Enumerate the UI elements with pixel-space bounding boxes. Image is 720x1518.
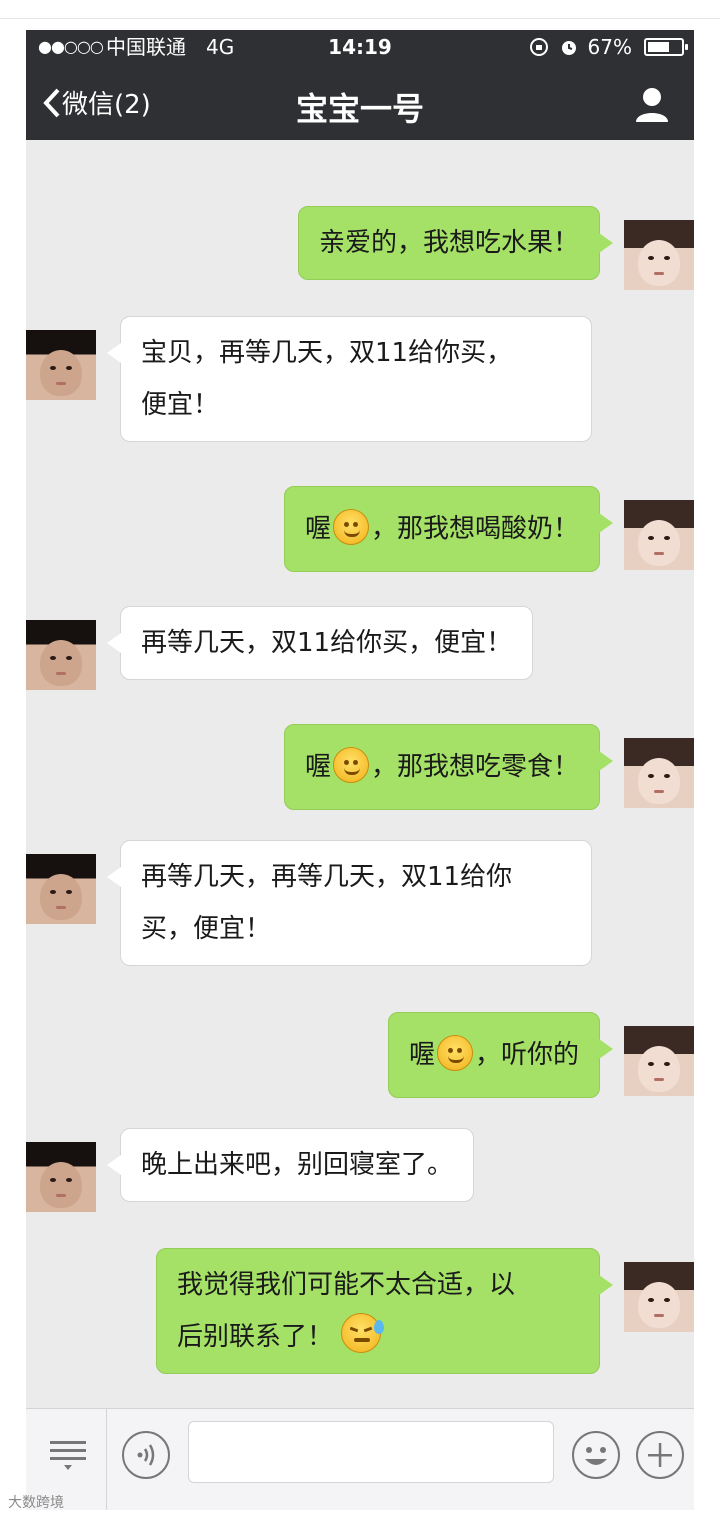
message-text: 亲爱的，我想吃水果！ xyxy=(318,228,579,258)
message-line: 再等几天，再等几天，双11给你 xyxy=(141,862,513,892)
avatar-face xyxy=(638,758,680,804)
message-text-post: ，那我想喝酸奶！ xyxy=(370,514,579,544)
message-bubble-outgoing[interactable]: 喔 ，那我想喝酸奶！ xyxy=(283,486,614,572)
watermark-text: 大数跨境 xyxy=(8,1495,64,1511)
message-text: 晚上出来吧，别回寝室了。 xyxy=(141,1150,454,1180)
message-line-2: 后别联系了！ xyxy=(177,1311,579,1363)
avatar-face xyxy=(40,640,82,686)
chat-title: 宝宝一号 xyxy=(295,90,424,128)
alarm-icon xyxy=(561,41,576,55)
status-right: 67% xyxy=(528,30,688,64)
message-bubble-incoming[interactable]: 再等几天，再等几天，双11给你 买，便宜！ xyxy=(107,840,592,966)
battery-percent: 67% xyxy=(587,35,632,59)
voice-icon[interactable] xyxy=(120,1429,172,1481)
message-text-post: ，听你的 xyxy=(474,1040,579,1070)
message-line: 宝贝，再等几天，双11给你买， xyxy=(141,338,513,368)
message-bubble-incoming[interactable]: 晚上出来吧，别回寝室了。 xyxy=(106,1128,475,1202)
message-text-pre: 喔 xyxy=(304,514,331,544)
avatar-face xyxy=(40,874,82,920)
smile-emoji-icon xyxy=(332,747,369,783)
message-bubble-outgoing[interactable]: 喔 ，听你的 xyxy=(387,1012,614,1098)
status-bar: ●●○○○ 中国联通 4G 14:19 67% xyxy=(26,30,694,64)
her-avatar[interactable] xyxy=(624,738,694,808)
message-bubble-outgoing[interactable]: 喔 ，那我想吃零食！ xyxy=(283,724,614,810)
avatar-face xyxy=(638,1046,680,1092)
message-line: 我觉得我们可能不太合适，以 xyxy=(177,1270,516,1300)
emoji-icon[interactable] xyxy=(570,1429,622,1481)
her-avatar[interactable] xyxy=(624,1262,694,1332)
phone-screen: ●●○○○ 中国联通 4G 14:19 67% 微信(2) 宝宝一号 亲爱的，我… xyxy=(26,30,694,1510)
smile-emoji-icon xyxy=(436,1035,473,1071)
plus-icon[interactable] xyxy=(634,1429,686,1481)
her-avatar[interactable] xyxy=(624,500,694,570)
person-icon[interactable] xyxy=(632,84,672,124)
message-text-pre: 喔 xyxy=(408,1040,435,1070)
sweat-emoji-icon xyxy=(341,1313,385,1353)
her-avatar[interactable] xyxy=(624,1026,694,1096)
header: ●●○○○ 中国联通 4G 14:19 67% 微信(2) 宝宝一号 xyxy=(26,30,694,140)
message-text-post: ，那我想吃零食！ xyxy=(370,752,579,782)
message-line: 后别联系了！ xyxy=(177,1322,334,1352)
avatar-face xyxy=(40,1162,82,1208)
smile-emoji-icon xyxy=(332,509,369,545)
input-divider xyxy=(106,1409,107,1510)
battery-fill xyxy=(648,42,670,52)
message-bubble-incoming[interactable]: 再等几天，双11给你买，便宜！ xyxy=(106,606,534,680)
message-bubble-outgoing[interactable]: 亲爱的，我想吃水果！ xyxy=(297,206,614,280)
message-bubble-outgoing[interactable]: 我觉得我们可能不太合适，以 后别联系了！ xyxy=(156,1248,613,1374)
avatar-face xyxy=(638,1282,680,1328)
his-avatar[interactable] xyxy=(26,330,96,400)
message-input[interactable] xyxy=(188,1421,554,1483)
message-text-pre: 喔 xyxy=(304,752,331,782)
his-avatar[interactable] xyxy=(26,854,96,924)
her-avatar[interactable] xyxy=(624,220,694,290)
avatar-face xyxy=(638,240,680,286)
menu-icon[interactable] xyxy=(44,1435,94,1475)
input-bar xyxy=(26,1408,694,1510)
chat-area: 亲爱的，我想吃水果！ 宝贝，再等几天，双11给你买， 便宜！ 喔 ，那我想喝酸奶！… xyxy=(26,140,694,1408)
nav-bar: 微信(2) 宝宝一号 xyxy=(26,70,694,140)
avatar-face xyxy=(40,350,82,396)
message-line: 便宜！ xyxy=(141,390,220,420)
message-line: 买，便宜！ xyxy=(141,914,272,944)
his-avatar[interactable] xyxy=(26,620,96,690)
his-avatar[interactable] xyxy=(26,1142,96,1212)
battery-icon xyxy=(644,38,688,56)
message-text: 再等几天，双11给你买，便宜！ xyxy=(141,628,513,658)
message-bubble-incoming[interactable]: 宝贝，再等几天，双11给你买， 便宜！ xyxy=(107,316,592,442)
battery-nub xyxy=(685,44,688,50)
rotation-lock-icon xyxy=(529,38,548,56)
top-divider xyxy=(0,18,720,19)
avatar-face xyxy=(638,520,680,566)
watermark: 大数跨境 xyxy=(8,1492,64,1512)
